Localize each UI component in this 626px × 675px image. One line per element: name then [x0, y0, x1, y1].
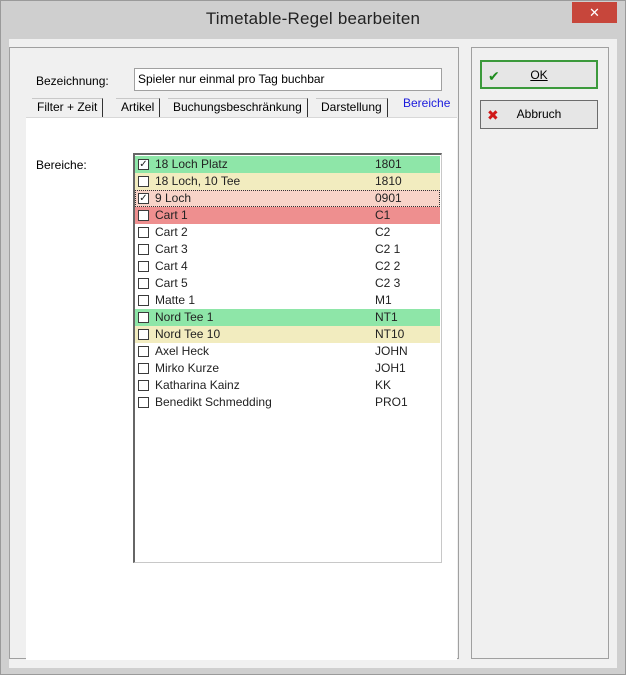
list-item[interactable]: Benedikt Schmedding PRO1 [135, 394, 440, 411]
checkbox[interactable] [138, 210, 149, 221]
bereiche-label: Bereiche: [36, 158, 87, 172]
bezeichnung-label: Bezeichnung: [36, 74, 109, 88]
list-item-name: 18 Loch, 10 Tee [155, 174, 241, 188]
list-item-code: C2 1 [375, 242, 401, 256]
checkbox[interactable] [138, 346, 149, 357]
list-item[interactable]: Cart 3 C2 1 [135, 241, 440, 258]
list-item-code: C2 3 [375, 276, 401, 290]
window-title: Timetable-Regel bearbeiten [205, 9, 421, 28]
button-panel: ✔ OK ✖ Abbruch [471, 47, 609, 659]
list-item[interactable]: Nord Tee 10 NT10 [135, 326, 440, 343]
list-item-code: NT10 [375, 327, 405, 341]
checkbox[interactable] [138, 261, 149, 272]
cancel-button[interactable]: ✖ Abbruch [480, 100, 598, 129]
list-item[interactable]: Cart 1 C1 [135, 207, 440, 224]
list-item-name: Benedikt Schmedding [155, 395, 272, 409]
list-item[interactable]: Cart 4 C2 2 [135, 258, 440, 275]
checkbox[interactable]: ✓ [138, 193, 149, 204]
dialog-client: Bezeichnung: Spieler nur einmal pro Tag … [9, 39, 617, 668]
checkbox[interactable] [138, 244, 149, 255]
list-item[interactable]: Cart 5 C2 3 [135, 275, 440, 292]
tab-artikel[interactable]: Artikel [116, 98, 161, 117]
list-item-code: C1 [375, 208, 391, 222]
checkbox[interactable] [138, 176, 149, 187]
list-item-code: 1801 [375, 157, 402, 171]
checkmark-icon: ✔ [488, 68, 500, 84]
list-item-code: 0901 [375, 191, 402, 205]
checkbox[interactable] [138, 397, 149, 408]
list-item-code: C2 2 [375, 259, 401, 273]
list-item-name: Cart 2 [155, 225, 188, 239]
list-item-name: Nord Tee 10 [155, 327, 221, 341]
list-item-name: 18 Loch Platz [155, 157, 228, 171]
checkbox[interactable] [138, 380, 149, 391]
list-item[interactable]: Matte 1 M1 [135, 292, 440, 309]
list-item[interactable]: Mirko Kurze JOH1 [135, 360, 440, 377]
list-item-name: Cart 5 [155, 276, 188, 290]
cross-icon: ✖ [487, 107, 499, 123]
list-item-code: 1810 [375, 174, 402, 188]
close-icon[interactable]: ✕ [572, 2, 617, 23]
title-bar[interactable]: Timetable-Regel bearbeiten ✕ [1, 1, 625, 39]
list-item-name: Cart 1 [155, 208, 188, 222]
ok-button[interactable]: ✔ OK [480, 60, 598, 89]
list-item-name: Matte 1 [155, 293, 196, 307]
list-item-code: JOHN [375, 344, 408, 358]
checkbox[interactable] [138, 295, 149, 306]
bezeichnung-input[interactable]: Spieler nur einmal pro Tag buchbar [134, 68, 442, 91]
list-item[interactable]: Cart 2 C2 [135, 224, 440, 241]
list-item-name: Cart 4 [155, 259, 188, 273]
list-item-name: Cart 3 [155, 242, 188, 256]
checkbox[interactable]: ✓ [138, 159, 149, 170]
list-item-code: JOH1 [375, 361, 406, 375]
list-item-code: KK [375, 378, 392, 392]
tab-darstellung[interactable]: Darstellung [316, 98, 388, 117]
list-item-name: Katharina Kainz [155, 378, 240, 392]
list-item-name: Mirko Kurze [155, 361, 220, 375]
dialog-window: Timetable-Regel bearbeiten ✕ Bezeichnung… [0, 0, 626, 675]
list-item[interactable]: ✓ 18 Loch Platz 1801 [135, 156, 440, 173]
list-item[interactable]: Axel Heck JOHN [135, 343, 440, 360]
checkbox[interactable] [138, 227, 149, 238]
list-item-code: PRO1 [375, 395, 408, 409]
checkbox[interactable] [138, 363, 149, 374]
list-item-name: Nord Tee 1 [155, 310, 214, 324]
list-item[interactable]: ✓ 9 Loch 0901 [135, 190, 440, 207]
tab-bereiche[interactable]: Bereiche [398, 95, 456, 114]
tab-filter-zeit[interactable]: Filter + Zeit [32, 98, 104, 117]
list-item-code: M1 [375, 293, 392, 307]
form-panel: Bezeichnung: Spieler nur einmal pro Tag … [9, 47, 459, 660]
list-item-code: NT1 [375, 310, 398, 324]
bereiche-listbox[interactable]: ✓ 18 Loch Platz 1801 18 Loch, 10 Tee 1810 ✓ 9 … [133, 153, 442, 563]
cancel-button-label: Abbruch [516, 107, 562, 121]
list-item-name: Axel Heck [155, 344, 210, 358]
ok-button-label: OK [530, 68, 548, 82]
list-item[interactable]: 18 Loch, 10 Tee 1810 [135, 173, 440, 190]
checkbox[interactable] [138, 329, 149, 340]
tab-buchungsbeschraenkung[interactable]: Buchungsbeschränkung [168, 98, 308, 117]
list-item[interactable]: Nord Tee 1 NT1 [135, 309, 440, 326]
list-item-name: 9 Loch [155, 191, 192, 205]
checkbox[interactable] [138, 278, 149, 289]
list-item[interactable]: Katharina Kainz KK [135, 377, 440, 394]
checkbox[interactable] [138, 312, 149, 323]
list-item-code: C2 [375, 225, 391, 239]
